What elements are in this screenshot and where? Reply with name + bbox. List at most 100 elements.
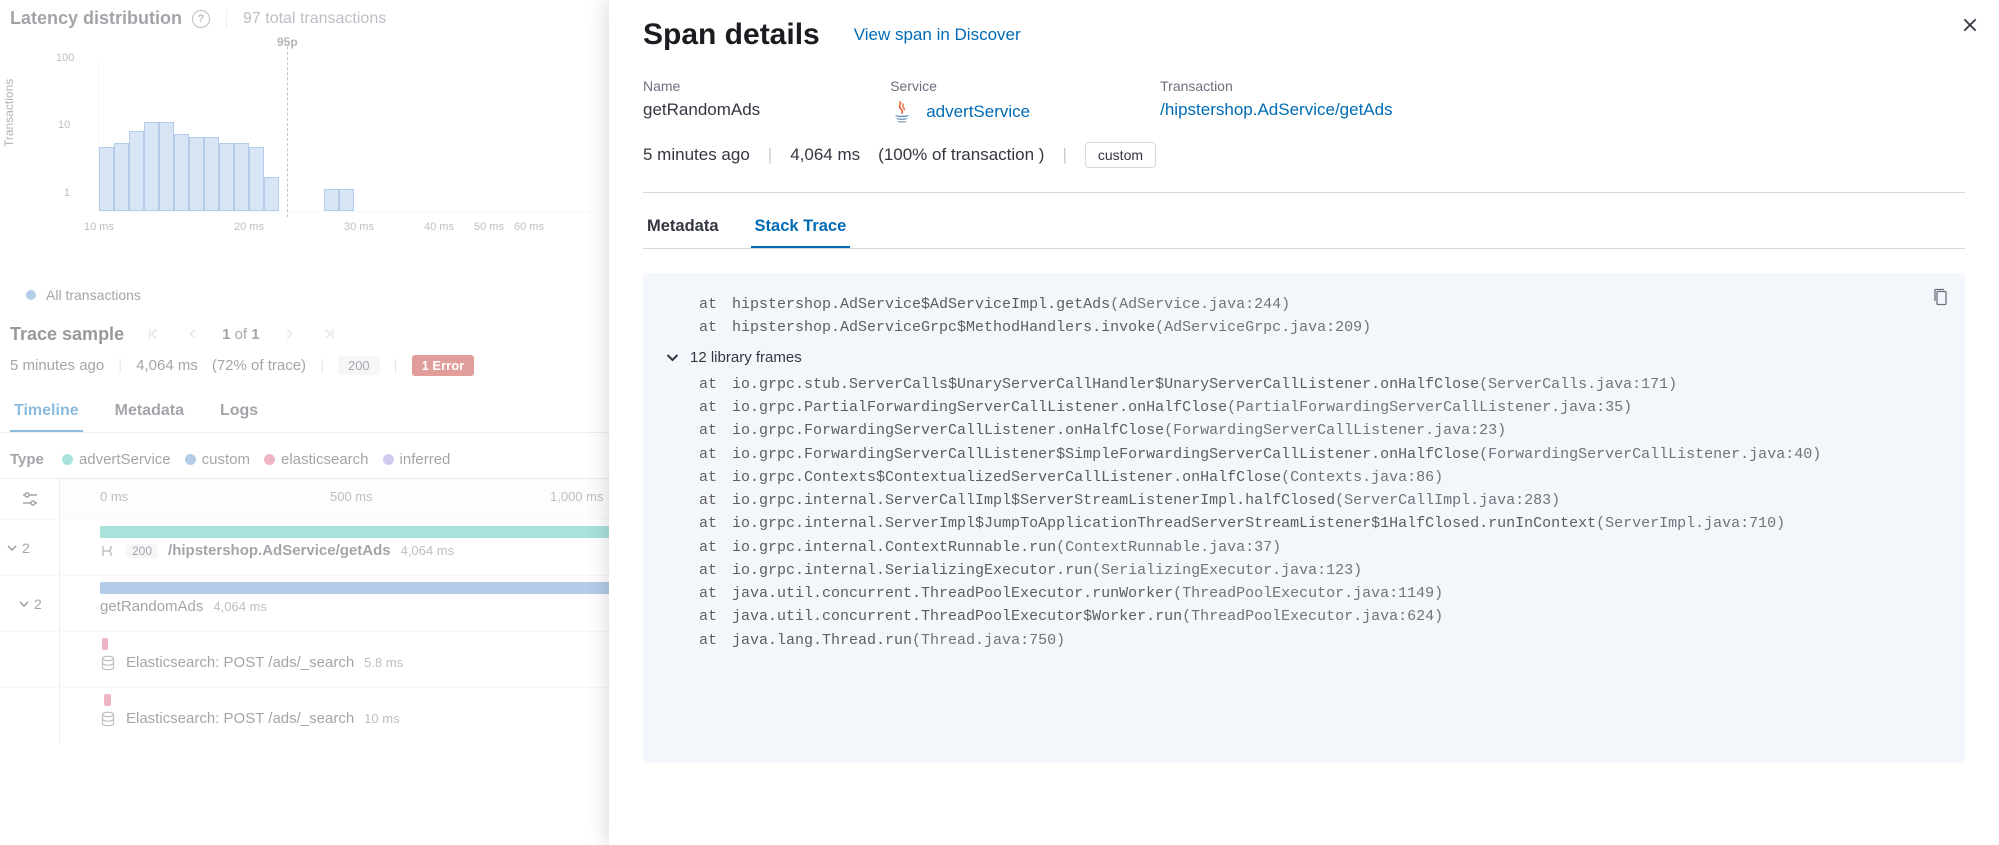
- database-icon: [100, 711, 116, 727]
- chart-bar: [159, 122, 174, 211]
- chart-bar: [189, 137, 204, 211]
- trace-time-ago: 5 minutes ago: [10, 357, 104, 374]
- row-path: /hipstershop.AdService/getAds: [168, 542, 391, 559]
- library-frames-label: 12 library frames: [690, 346, 802, 369]
- flyout-percent: (100% of transaction ): [878, 145, 1044, 165]
- chart-bar: [249, 147, 264, 211]
- latency-total-tx: 97 total transactions: [226, 10, 386, 28]
- tab-logs[interactable]: Logs: [216, 396, 262, 432]
- chevron-down-icon: [18, 598, 30, 610]
- tab-timeline[interactable]: Timeline: [10, 396, 83, 432]
- chart-bar: [129, 131, 144, 211]
- chart-bar: [144, 122, 159, 211]
- flyout-tabs: Metadata Stack Trace: [643, 211, 1965, 249]
- copy-icon: [1932, 287, 1949, 307]
- span-toggle[interactable]: 2: [0, 519, 60, 575]
- stack-frame: at hipstershop.AdService$AdServiceImpl.g…: [699, 293, 1945, 316]
- type-elasticsearch[interactable]: elasticsearch: [264, 451, 369, 468]
- chart-ytick: 10: [58, 119, 70, 131]
- chart-xtick: 30 ms: [344, 221, 374, 233]
- chart-bar: [264, 177, 279, 211]
- type-inferred[interactable]: inferred: [383, 451, 451, 468]
- stack-frame: at io.grpc.internal.ServerCallImpl$Serve…: [699, 489, 1945, 512]
- chart-y-label: Transactions: [2, 79, 16, 147]
- field-name: Name getRandomAds: [643, 78, 760, 124]
- chart-bar: [174, 134, 189, 211]
- copy-button[interactable]: [1932, 287, 1949, 315]
- tab-stacktrace[interactable]: Stack Trace: [751, 211, 851, 248]
- close-icon: [1961, 16, 1979, 34]
- stack-frame: at io.grpc.ForwardingServerCallListener.…: [699, 419, 1945, 442]
- flyout-time-ago: 5 minutes ago: [643, 145, 750, 165]
- latency-chart[interactable]: Transactions 100 10 1 95p 10 ms 20 ms: [8, 47, 598, 247]
- view-in-discover-link[interactable]: View span in Discover: [854, 25, 1021, 45]
- close-button[interactable]: [1961, 16, 1979, 37]
- row-duration: 4,064 ms: [213, 599, 266, 614]
- field-service: Service advertService: [890, 78, 1030, 124]
- row-name: getRandomAds: [100, 598, 203, 615]
- help-icon[interactable]: ?: [192, 10, 210, 28]
- chevron-down-icon: [6, 542, 18, 554]
- chart-xtick: 10 ms: [84, 221, 114, 233]
- flyout-tag: custom: [1085, 142, 1156, 168]
- chart-xtick: 40 ms: [424, 221, 454, 233]
- settings-icon: [20, 489, 40, 509]
- branch-icon: [100, 543, 116, 559]
- page-first-button[interactable]: [142, 323, 164, 345]
- stack-frame: at java.util.concurrent.ThreadPoolExecut…: [699, 605, 1945, 628]
- stack-frame: at io.grpc.internal.SerializingExecutor.…: [699, 559, 1945, 582]
- chart-ytick: 1: [64, 187, 70, 199]
- java-icon: [890, 100, 914, 124]
- stack-frame: at io.grpc.internal.ServerImpl$JumpToApp…: [699, 512, 1945, 535]
- page-next-button[interactable]: [278, 323, 300, 345]
- stack-frame: at java.util.concurrent.ThreadPoolExecut…: [699, 582, 1945, 605]
- stack-frame: at io.grpc.stub.ServerCalls$UnaryServerC…: [699, 373, 1945, 396]
- span-details-flyout: Span details View span in Discover Name …: [609, 0, 1999, 845]
- page-prev-button[interactable]: [182, 323, 204, 345]
- timeline-controls[interactable]: [0, 479, 60, 519]
- chart-bar: [234, 143, 249, 211]
- tab-metadata[interactable]: Metadata: [111, 396, 188, 432]
- field-transaction: Transaction /hipstershop.AdService/getAd…: [1160, 78, 1392, 124]
- trace-duration: 4,064 ms: [136, 357, 198, 374]
- chart-bar: [99, 147, 114, 211]
- page-indicator: 1 of 1: [222, 326, 260, 343]
- chevron-down-icon: [665, 350, 680, 365]
- error-badge[interactable]: 1 Error: [412, 355, 475, 376]
- library-frames-toggle[interactable]: 12 library frames: [665, 346, 1945, 369]
- chart-bar: [204, 137, 219, 211]
- span-bar: [104, 694, 111, 706]
- type-advertservice[interactable]: advertService: [62, 451, 171, 468]
- chart-bar: [219, 143, 234, 211]
- tab-metadata-flyout[interactable]: Metadata: [643, 211, 723, 248]
- flyout-title: Span details: [643, 18, 820, 52]
- row-duration: 4,064 ms: [401, 543, 454, 558]
- row-status: 200: [126, 544, 158, 558]
- flyout-duration: 4,064 ms: [790, 145, 860, 165]
- row-duration: 10 ms: [364, 711, 399, 726]
- stack-frame: at java.lang.Thread.run(Thread.java:750): [699, 629, 1945, 652]
- chart-marker-line: [287, 47, 288, 217]
- chart-bar: [114, 143, 129, 211]
- stack-frame: at io.grpc.PartialForwardingServerCallLi…: [699, 396, 1945, 419]
- chart-xtick: 60 ms: [514, 221, 544, 233]
- chart-ytick: 100: [56, 52, 74, 64]
- type-custom[interactable]: custom: [185, 451, 250, 468]
- trace-percent: (72% of trace): [212, 357, 306, 374]
- chart-xtick: 20 ms: [234, 221, 264, 233]
- stack-frame: at hipstershop.AdServiceGrpc$MethodHandl…: [699, 316, 1945, 339]
- page-last-button[interactable]: [318, 323, 340, 345]
- chart-bar: [339, 189, 354, 211]
- type-label: Type: [10, 451, 44, 468]
- chart-plot: 95p 10 ms 20 ms 30 ms 40 ms 50 ms 60 ms: [98, 57, 598, 212]
- stacktrace-panel: at hipstershop.AdService$AdServiceImpl.g…: [643, 273, 1965, 763]
- service-link[interactable]: advertService: [926, 102, 1030, 122]
- stack-frame: at io.grpc.ForwardingServerCallListener$…: [699, 443, 1945, 466]
- span-toggle[interactable]: 2: [0, 575, 60, 631]
- legend-dot-icon: [26, 290, 36, 300]
- transaction-link[interactable]: /hipstershop.AdService/getAds: [1160, 100, 1392, 119]
- trace-sample-title: Trace sample: [10, 324, 124, 345]
- status-badge: 200: [338, 356, 380, 375]
- database-icon: [100, 655, 116, 671]
- stack-frame: at io.grpc.Contexts$ContextualizedServer…: [699, 466, 1945, 489]
